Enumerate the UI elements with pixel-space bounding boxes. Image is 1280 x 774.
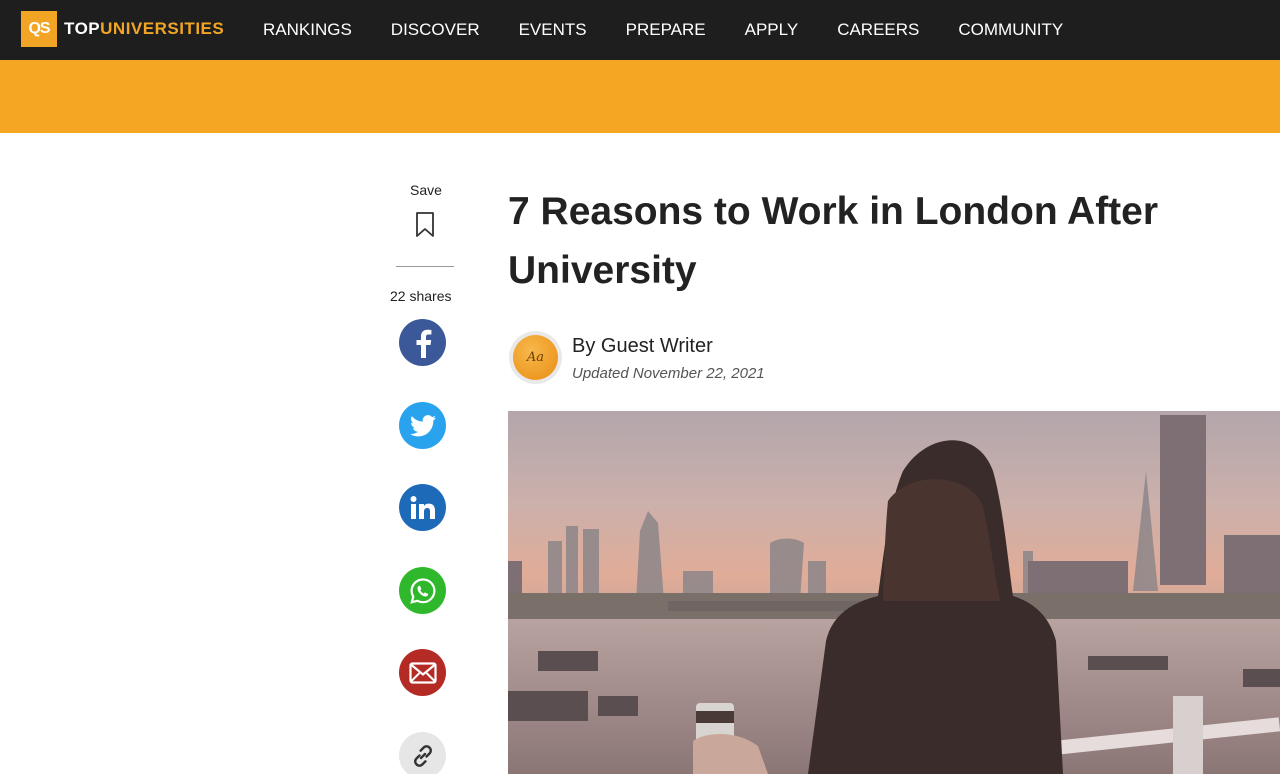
logo-top-text: TOP: [64, 19, 101, 38]
copy-link-button[interactable]: [399, 732, 446, 774]
main-nav: RANKINGS DISCOVER EVENTS PREPARE APPLY C…: [263, 0, 1102, 60]
link-icon: [413, 744, 432, 767]
nav-discover[interactable]: DISCOVER: [391, 20, 480, 40]
author-byline[interactable]: By Guest Writer: [572, 335, 713, 358]
qs-logo-mark: QS: [21, 11, 57, 47]
facebook-icon: [416, 329, 431, 358]
nav-rankings[interactable]: RANKINGS: [263, 20, 352, 40]
nav-prepare[interactable]: PREPARE: [626, 20, 706, 40]
author-avatar[interactable]: Aa: [509, 331, 562, 384]
hero-image: [508, 411, 1280, 774]
email-share-button[interactable]: [399, 649, 446, 696]
london-skyline-photo: [508, 411, 1280, 774]
linkedin-icon: [410, 495, 435, 519]
bookmark-icon[interactable]: [415, 212, 435, 238]
email-icon: [408, 661, 437, 684]
nav-events[interactable]: EVENTS: [519, 20, 587, 40]
whatsapp-icon: [409, 577, 436, 604]
linkedin-share-button[interactable]: [399, 484, 446, 531]
top-navigation-bar: QS TOPUNIVERSITIES RANKINGS DISCOVER EVE…: [0, 0, 1280, 60]
avatar-monogram: Aa: [526, 350, 545, 365]
site-logo[interactable]: QS TOPUNIVERSITIES: [21, 11, 224, 47]
whatsapp-share-button[interactable]: [399, 567, 446, 614]
nav-apply[interactable]: APPLY: [745, 20, 799, 40]
author-avatar-image: Aa: [513, 335, 558, 380]
orange-banner: [0, 60, 1280, 133]
save-label: Save: [410, 182, 442, 198]
twitter-share-button[interactable]: [399, 402, 446, 449]
logo-wordmark: TOPUNIVERSITIES: [64, 19, 224, 39]
logo-universities-text: UNIVERSITIES: [100, 19, 225, 38]
twitter-icon: [409, 414, 436, 436]
facebook-share-button[interactable]: [399, 319, 446, 366]
nav-community[interactable]: COMMUNITY: [958, 20, 1063, 40]
nav-careers[interactable]: CAREERS: [837, 20, 919, 40]
article-title: 7 Reasons to Work in London After Univer…: [508, 190, 1159, 292]
share-divider: [396, 266, 454, 267]
updated-date: Updated November 22, 2021: [572, 365, 765, 382]
share-count: 22 shares: [390, 288, 452, 304]
